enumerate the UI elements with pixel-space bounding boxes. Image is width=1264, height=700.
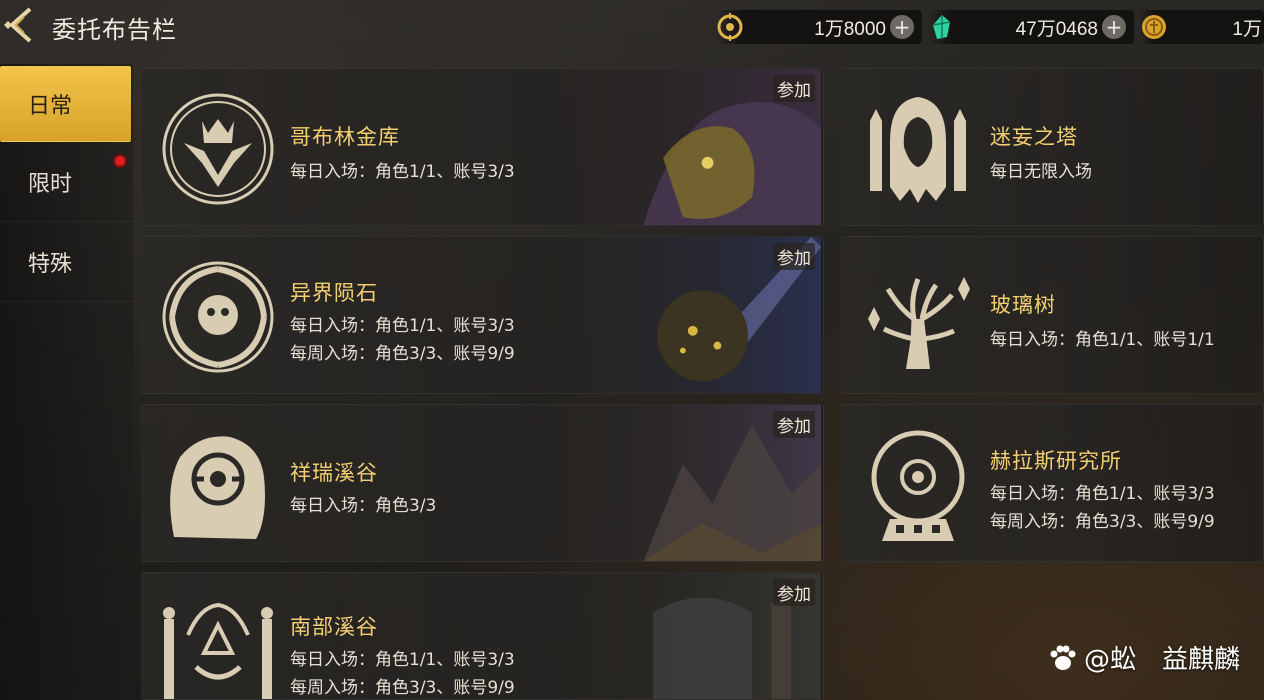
goblin-crown-icon <box>162 93 274 205</box>
dungeon-card-auspicious-valley[interactable]: 祥瑞溪谷 每日入场：角色3/3 参加 <box>141 404 824 562</box>
page-title: 委托布告栏 <box>52 16 177 44</box>
join-label: 参加 <box>773 75 815 102</box>
entry-info: 每日入场：角色1/1、账号3/3 <box>290 162 515 182</box>
tab-special[interactable]: 特殊 <box>0 222 133 302</box>
add-currency-button[interactable]: + <box>890 15 914 39</box>
orb-lab-icon <box>871 430 965 541</box>
dungeon-card-otherworld-meteor[interactable]: 异界陨石 每日入场：角色1/1、账号3/3 每周入场：角色3/3、账号9/9 参… <box>141 236 824 394</box>
tab-limited[interactable]: 限时 <box>0 142 133 222</box>
entry-info: 每周入场：角色3/3、账号9/9 <box>290 344 515 364</box>
currency-value: 1万8000 <box>814 18 886 40</box>
hooded-tower-icon <box>870 97 966 203</box>
entry-info: 每日无限入场 <box>990 162 1092 182</box>
category-sidebar: 日常 限时 特殊 <box>0 64 133 700</box>
crystal-tree-icon <box>868 277 970 370</box>
gold-medal-icon <box>1140 13 1168 41</box>
currency-medal: 1万 <box>1140 10 1264 44</box>
currency-crystal: 47万0468 + <box>928 10 1134 44</box>
currency-value: 47万0468 <box>1015 18 1098 40</box>
currency-value: 1万 <box>1232 18 1262 40</box>
tab-label: 日常 <box>28 93 73 119</box>
dungeon-name: 祥瑞溪谷 <box>290 461 378 485</box>
paw-icon <box>1050 645 1076 670</box>
back-button[interactable] <box>0 4 42 46</box>
entry-info: 每日入场：角色3/3 <box>290 496 437 516</box>
entry-info: 每日入场：角色1/1、账号3/3 <box>290 316 515 336</box>
rune-stone-icon <box>170 436 265 539</box>
back-arrow-icon <box>4 7 32 43</box>
dungeon-name: 赫拉斯研究所 <box>990 449 1122 473</box>
green-crystal-icon <box>928 13 956 41</box>
entry-info: 每日入场：角色1/1、账号1/1 <box>990 330 1215 350</box>
notification-dot <box>113 154 127 168</box>
gold-coin-c-icon <box>716 13 744 41</box>
tab-daily[interactable]: 日常 <box>0 66 131 142</box>
entry-info: 每周入场：角色3/3、账号9/9 <box>990 512 1215 532</box>
dungeon-card-goblin-vault[interactable]: 哥布林金库 每日入场：角色1/1、账号3/3 参加 <box>141 68 824 226</box>
dungeon-name: 迷妄之塔 <box>990 125 1078 149</box>
join-label: 参加 <box>773 579 815 606</box>
currency-gold: 1万8000 + <box>716 10 922 44</box>
join-label: 参加 <box>773 243 815 270</box>
add-currency-button[interactable]: + <box>1102 15 1126 39</box>
dungeon-card-heras-lab[interactable]: 赫拉斯研究所 每日入场：角色1/1、账号3/3 每周入场：角色3/3、账号9/9 <box>841 404 1264 562</box>
watermark: @蚣 益麒麟 <box>1048 639 1240 676</box>
entry-info: 每日入场：角色1/1、账号3/3 <box>290 650 515 670</box>
tab-label: 限时 <box>28 171 73 197</box>
dungeon-card-southern-valley[interactable]: 南部溪谷 每日入场：角色1/1、账号3/3 每周入场：角色3/3、账号9/9 参… <box>141 572 824 700</box>
sun-pillars-icon <box>163 602 273 699</box>
dungeon-name: 玻璃树 <box>990 293 1056 317</box>
vortex-meteor-icon <box>162 261 274 373</box>
watermark-text: @蚣 益麒麟 <box>1083 645 1240 675</box>
entry-info: 每周入场：角色3/3、账号9/9 <box>290 678 515 698</box>
dungeon-card-tower-of-illusion[interactable]: 迷妄之塔 每日无限入场 <box>841 68 1264 226</box>
tab-label: 特殊 <box>28 251 73 277</box>
join-label: 参加 <box>773 411 815 438</box>
dungeon-name: 哥布林金库 <box>290 125 400 149</box>
dungeon-card-glass-tree[interactable]: 玻璃树 每日入场：角色1/1、账号1/1 <box>841 236 1264 394</box>
dungeon-name: 异界陨石 <box>290 281 378 305</box>
top-bar: 委托布告栏 1万8000 + 47万0468 + 1万 <box>0 0 1264 56</box>
entry-info: 每日入场：角色1/1、账号3/3 <box>990 484 1215 504</box>
dungeon-name: 南部溪谷 <box>290 615 378 639</box>
